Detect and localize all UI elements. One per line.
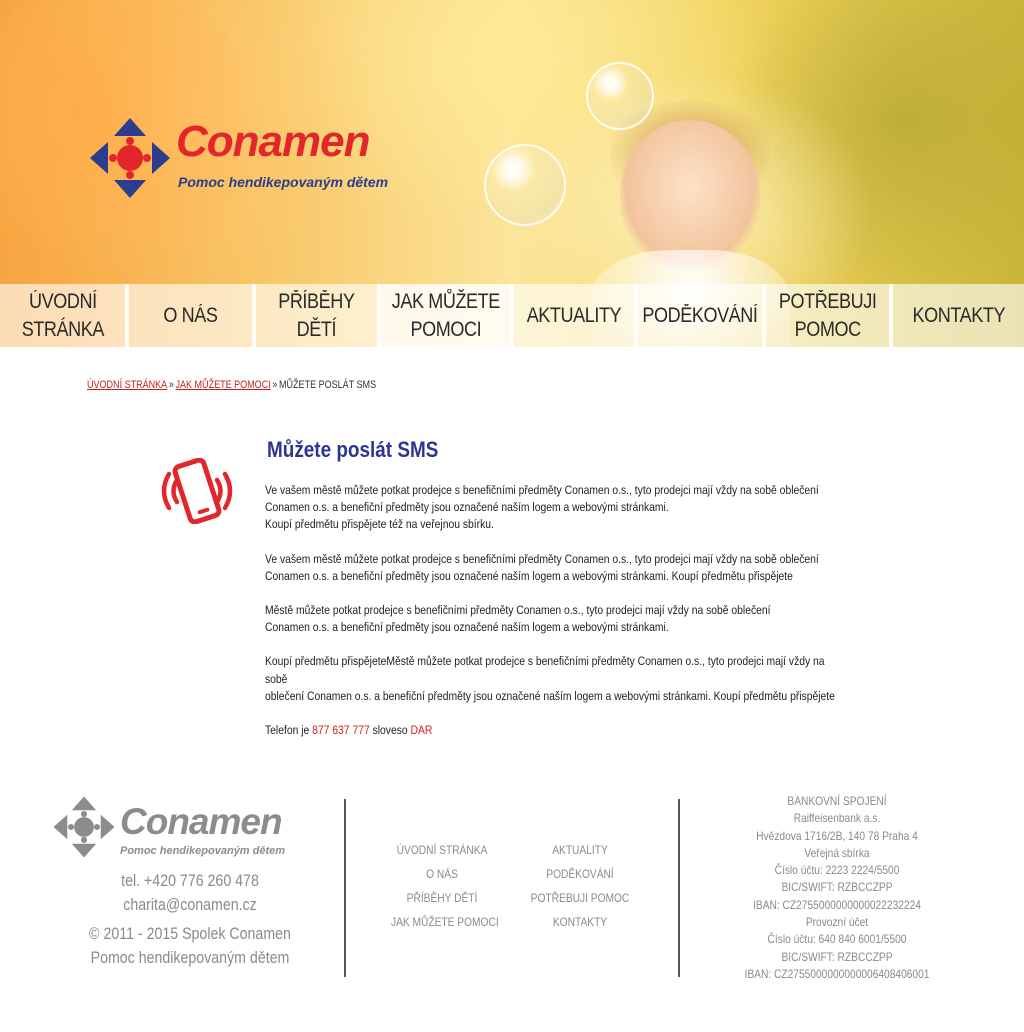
content-paragraph: Ve vašem městě můžete potkat prodejce s …: [265, 482, 841, 534]
breadcrumb-separator: »: [168, 379, 174, 391]
bubble: [586, 62, 654, 130]
bank-line: Veřejná sbírka: [804, 845, 870, 860]
nav-label: PŘÍBĚHY DĚTÍ: [278, 289, 355, 341]
breadcrumb-section-link[interactable]: JAK MŮŽETE POMOCI: [175, 379, 270, 391]
logo-tagline: Pomoc hendikepovaným dětem: [178, 174, 389, 190]
bank-line: IBAN: CZ2755000000000006408406001: [744, 966, 930, 981]
nav-item-how-to-help[interactable]: JAK MŮŽETE POMOCI: [381, 284, 514, 347]
nav-label: KONTAKTY: [912, 303, 1005, 327]
conamen-logo-icon: [53, 796, 115, 858]
phone-vibrate-icon: [161, 458, 233, 524]
content-paragraph: Koupí předmětu přispějeteMěstě můžete po…: [265, 653, 841, 705]
footer-logo[interactable]: Conamen Pomoc hendikepovaným dětem: [52, 795, 312, 861]
content-body: Ve vašem městě můžete potkat prodejce s …: [265, 482, 841, 756]
nav-label: ÚVODNÍ STRÁNKA: [21, 289, 104, 341]
nav-label: AKTUALITY: [526, 303, 622, 327]
text-line: Koupí předmětu přispějete též na veřejno…: [265, 517, 494, 532]
text-line: Ve vašem městě můžete potkat prodejce s …: [265, 551, 819, 566]
phone-prefix: Telefon je: [265, 723, 313, 738]
conamen-logo-icon: [90, 118, 170, 198]
bank-line: Raiffeisenbank a.s.: [793, 811, 881, 826]
bank-line: Hvězdova 1716/2B, 140 78 Praha 4: [756, 828, 918, 843]
nav-item-home[interactable]: ÚVODNÍ STRÁNKA: [0, 284, 129, 347]
nav-item-stories[interactable]: PŘÍBĚHY DĚTÍ: [256, 284, 381, 347]
nav-item-about[interactable]: O NÁS: [129, 284, 256, 347]
phone-line: Telefon je 877 637 777 sloveso DAR: [265, 722, 841, 739]
nav-label: O NÁS: [163, 303, 218, 327]
bank-line: Číslo účtu: 640 840 6001/5500: [767, 932, 907, 947]
footer-email[interactable]: charita@conamen.cz: [78, 894, 302, 918]
footer-copyright: © 2011 - 2015 Spolek Conamen: [89, 925, 291, 943]
text-line: Ve vašem městě můžete potkat prodejce s …: [265, 483, 819, 497]
logo-title: Conamen: [176, 117, 370, 166]
footer-contact: tel. +420 776 260 478 charita@conamen.cz…: [78, 870, 302, 970]
breadcrumb-current: MŮŽETE POSLÁT SMS: [279, 379, 377, 391]
site-logo[interactable]: Conamen Pomoc hendikepovaným dětem: [88, 116, 418, 202]
footer-logo-title: Conamen: [120, 801, 283, 842]
bank-line: BIC/SWIFT: RZBCCZPP: [781, 949, 893, 964]
nav-item-thanks[interactable]: PODĚKOVÁNÍ: [638, 284, 766, 347]
footer-copyright-sub: Pomoc hendikepovaným dětem: [90, 948, 290, 967]
nav-item-contacts[interactable]: KONTAKTY: [893, 284, 1024, 347]
text-line: Conamen o.s. a benefiční předměty jsou o…: [265, 568, 793, 583]
bank-details: BANKOVNÍ SPOJENÍ Raiffeisenbank a.s. Hvě…: [712, 793, 962, 983]
text-line: Conamen o.s. a benefiční předměty jsou o…: [265, 500, 669, 515]
footer-link-home[interactable]: ÚVODNÍ STRÁNKA: [391, 838, 493, 862]
bank-line: BIC/SWIFT: RZBCCZPP: [781, 880, 893, 895]
bank-line: BANKOVNÍ SPOJENÍ: [787, 794, 887, 808]
page-title: Můžete poslát SMS: [267, 437, 439, 462]
text-line: Koupí předmětu přispějeteMěstě můžete po…: [265, 654, 825, 686]
text-line: Conamen o.s. a benefiční předměty jsou o…: [265, 620, 669, 635]
nav-item-need-help[interactable]: POTŘEBUJI POMOC: [766, 284, 893, 347]
phone-middle: sloveso: [369, 723, 411, 738]
footer-link-contacts[interactable]: KONTAKTY: [529, 910, 631, 934]
nav-label: PODĚKOVÁNÍ: [642, 303, 758, 327]
footer-link-stories[interactable]: PŘÍBĚHY DĚTÍ: [391, 886, 493, 910]
main-nav: ÚVODNÍ STRÁNKA O NÁS PŘÍBĚHY DĚTÍ JAK MŮ…: [0, 284, 1024, 347]
nav-label: POTŘEBUJI POMOC: [778, 289, 877, 341]
bank-line: Číslo účtu: 2223 2224/5500: [774, 863, 900, 878]
footer-link-need-help[interactable]: POTŘEBUJI POMOC: [529, 886, 631, 910]
content-paragraph: Ve vašem městě můžete potkat prodejce s …: [265, 551, 841, 585]
hero-child-face: [620, 120, 760, 270]
nav-label: JAK MŮŽETE POMOCI: [391, 289, 500, 341]
footer-logo-tagline: Pomoc hendikepovaným dětem: [120, 845, 286, 857]
breadcrumb: ÚVODNÍ STRÁNKA» JAK MŮŽETE POMOCI» MŮŽETE …: [87, 379, 376, 391]
content-paragraph: Městě můžete potkat prodejce s benefiční…: [265, 602, 841, 636]
footer-link-about[interactable]: O NÁS: [391, 862, 493, 886]
breadcrumb-separator: »: [272, 379, 278, 391]
text-line: oblečení Conamen o.s. a benefiční předmě…: [265, 688, 835, 703]
nav-item-news[interactable]: AKTUALITY: [514, 284, 638, 347]
bank-line: Provozní účet: [805, 915, 869, 930]
breadcrumb-home-link[interactable]: ÚVODNÍ STRÁNKA: [87, 379, 167, 391]
footer-divider: [344, 799, 346, 977]
footer-link-news[interactable]: AKTUALITY: [529, 838, 631, 862]
bank-line: IBAN: CZ2755000000000022232224: [753, 897, 921, 912]
footer-phone[interactable]: tel. +420 776 260 478: [78, 870, 302, 894]
bubble: [484, 144, 566, 226]
text-line: Městě můžete potkat prodejce s benefiční…: [265, 603, 771, 618]
sms-keyword: DAR: [410, 723, 433, 738]
footer-link-thanks[interactable]: PODĚKOVÁNÍ: [529, 862, 631, 886]
footer-links-right: AKTUALITY PODĚKOVÁNÍ POTŘEBUJI POMOC KON…: [529, 838, 631, 934]
sms-number: 877 637 777: [312, 723, 370, 738]
hero-banner: Conamen Pomoc hendikepovaným dětem ÚVODN…: [0, 0, 1024, 347]
footer-links-left: ÚVODNÍ STRÁNKA O NÁS PŘÍBĚHY DĚTÍ JAK MŮ…: [391, 838, 499, 934]
footer-link-how-to-help[interactable]: JAK MŮŽETE POMOCI: [391, 910, 499, 934]
footer-divider: [678, 799, 680, 977]
